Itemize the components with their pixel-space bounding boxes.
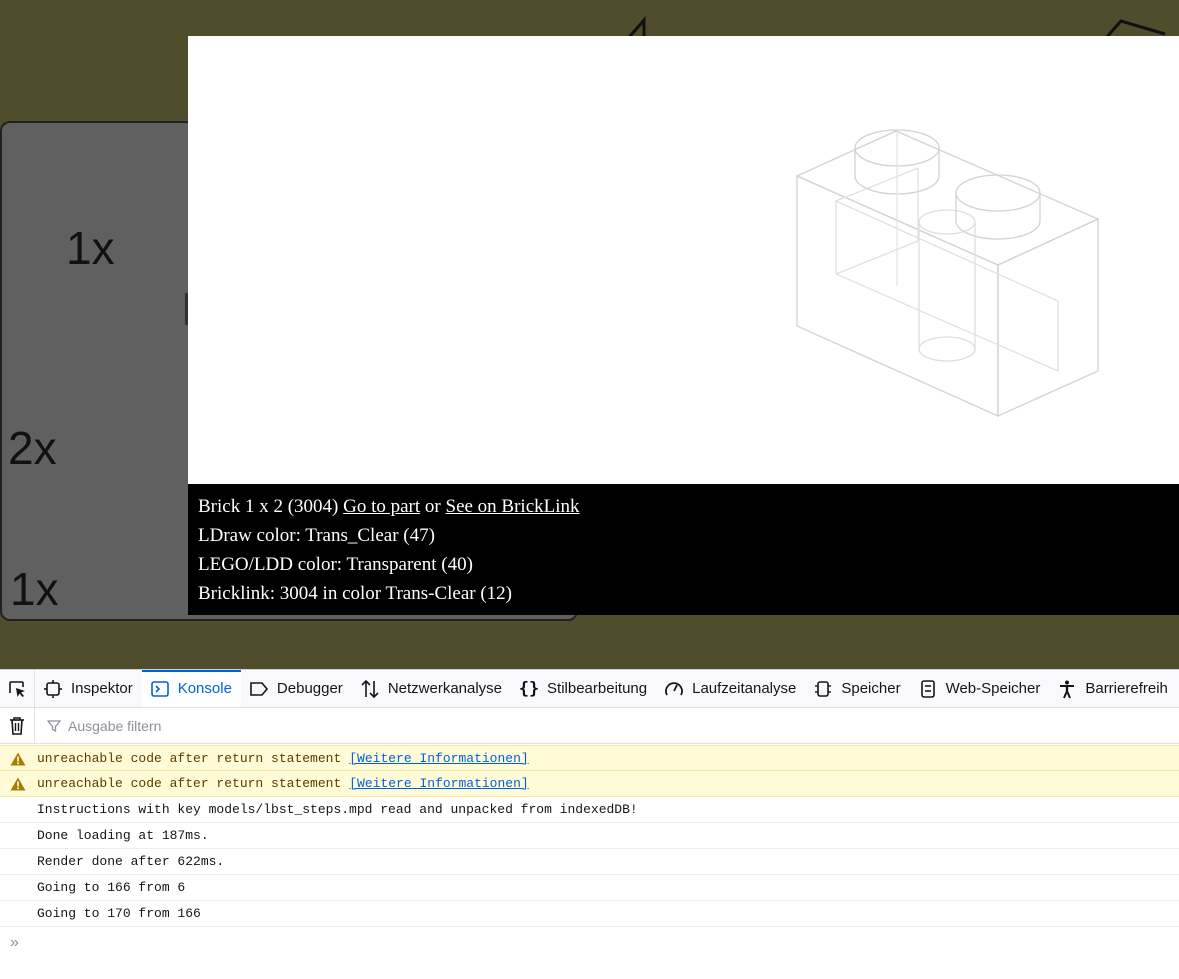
warning-icon <box>10 777 26 791</box>
tab-label: Web-Speicher <box>945 680 1041 697</box>
accessibility-icon <box>1057 679 1077 699</box>
part-info-panel: Brick 1 x 2 (3004) Go to part or See on … <box>188 484 1179 615</box>
console-warning: unreachable code after return statement [… <box>0 745 1179 771</box>
go-to-part-link[interactable]: Go to part <box>343 496 420 517</box>
console-warning: unreachable code after return statement [… <box>0 771 1179 797</box>
learn-more-link[interactable]: [Weitere Informationen] <box>349 776 528 791</box>
or-text: or <box>424 496 441 517</box>
part-quantity: 1x <box>10 563 59 615</box>
tab-inspektor[interactable]: Inspektor <box>35 670 142 707</box>
console-log: Done loading at 187ms. <box>0 823 1179 849</box>
lego-color: LEGO/LDD color: Transparent (40) <box>198 554 473 575</box>
inspector-icon <box>43 679 63 699</box>
performance-icon <box>664 679 684 699</box>
devtools-tabbar: Inspektor Konsole Debugger Netzwerkanaly… <box>0 670 1179 708</box>
tab-speicher[interactable]: Speicher <box>805 670 909 707</box>
console-log: Render done after 622ms. <box>0 849 1179 875</box>
part-name: Brick 1 x 2 (3004) <box>198 496 339 517</box>
instructions-page: 1x 2x 1x Brick 1 x 2 (3004) Go to part o… <box>0 0 1179 669</box>
bricklink-link[interactable]: See on BrickLink <box>446 496 580 517</box>
console-messages: unreachable code after return statement [… <box>0 745 1179 927</box>
message-text: unreachable code after return statement <box>37 751 342 766</box>
tab-web-speicher[interactable]: Web-Speicher <box>910 670 1050 707</box>
clear-console-button[interactable] <box>0 708 35 743</box>
tab-debugger[interactable]: Debugger <box>241 670 352 707</box>
ldraw-color: LDraw color: Trans_Clear (47) <box>198 525 435 546</box>
tab-label: Inspektor <box>71 680 133 697</box>
filter-input[interactable] <box>66 716 470 735</box>
tab-label: Konsole <box>177 680 232 697</box>
tab-netzwerkanalyse[interactable]: Netzwerkanalyse <box>352 670 511 707</box>
console-icon <box>150 679 170 699</box>
console-toolbar <box>0 708 1179 744</box>
trash-icon <box>10 716 24 735</box>
console-input[interactable]: » <box>0 927 1179 959</box>
tab-konsole[interactable]: Konsole <box>141 670 242 707</box>
part-quantity: 1x <box>66 222 115 274</box>
memory-icon <box>813 679 833 699</box>
console-log: Instructions with key models/lbst_steps.… <box>0 797 1179 823</box>
network-icon <box>360 679 380 699</box>
prompt-chevron-icon: » <box>10 934 19 951</box>
tab-label: Barrierefreih <box>1085 680 1168 697</box>
tab-label: Debugger <box>276 680 343 697</box>
tab-barrierefreiheit[interactable]: Barrierefreih <box>1049 670 1177 707</box>
part-preview-popup[interactable]: Brick 1 x 2 (3004) Go to part or See on … <box>188 36 1179 615</box>
filter-output <box>47 716 470 735</box>
storage-icon <box>918 679 938 699</box>
tab-label: Laufzeitanalyse <box>692 680 797 697</box>
bricklink-color: Bricklink: 3004 in color Trans-Clear (12… <box>198 583 512 604</box>
console-log: Going to 170 from 166 <box>0 901 1179 927</box>
brick-1x2-image <box>795 129 1100 418</box>
message-text: unreachable code after return statement <box>37 776 342 791</box>
learn-more-link[interactable]: [Weitere Informationen] <box>349 751 528 766</box>
tab-laufzeitanalyse[interactable]: Laufzeitanalyse <box>656 670 805 707</box>
filter-icon <box>47 719 61 732</box>
devtools-panel: Inspektor Konsole Debugger Netzwerkanaly… <box>0 669 1179 979</box>
tab-label: Speicher <box>841 680 901 697</box>
warning-icon <box>10 752 26 766</box>
element-picker-icon <box>9 680 25 697</box>
part-quantity: 2x <box>8 422 57 474</box>
tab-label: Stilbearbeitung <box>547 680 648 697</box>
part-title-line: Brick 1 x 2 (3004) Go to part or See on … <box>198 492 1169 521</box>
element-picker-button[interactable] <box>0 670 35 707</box>
debugger-icon <box>249 679 269 699</box>
tab-stilbearbeitung[interactable]: {} Stilbearbeitung <box>511 670 656 707</box>
style-editor-icon: {} <box>518 678 540 699</box>
console-log: Going to 166 from 6 <box>0 875 1179 901</box>
tab-label: Netzwerkanalyse <box>387 680 503 697</box>
